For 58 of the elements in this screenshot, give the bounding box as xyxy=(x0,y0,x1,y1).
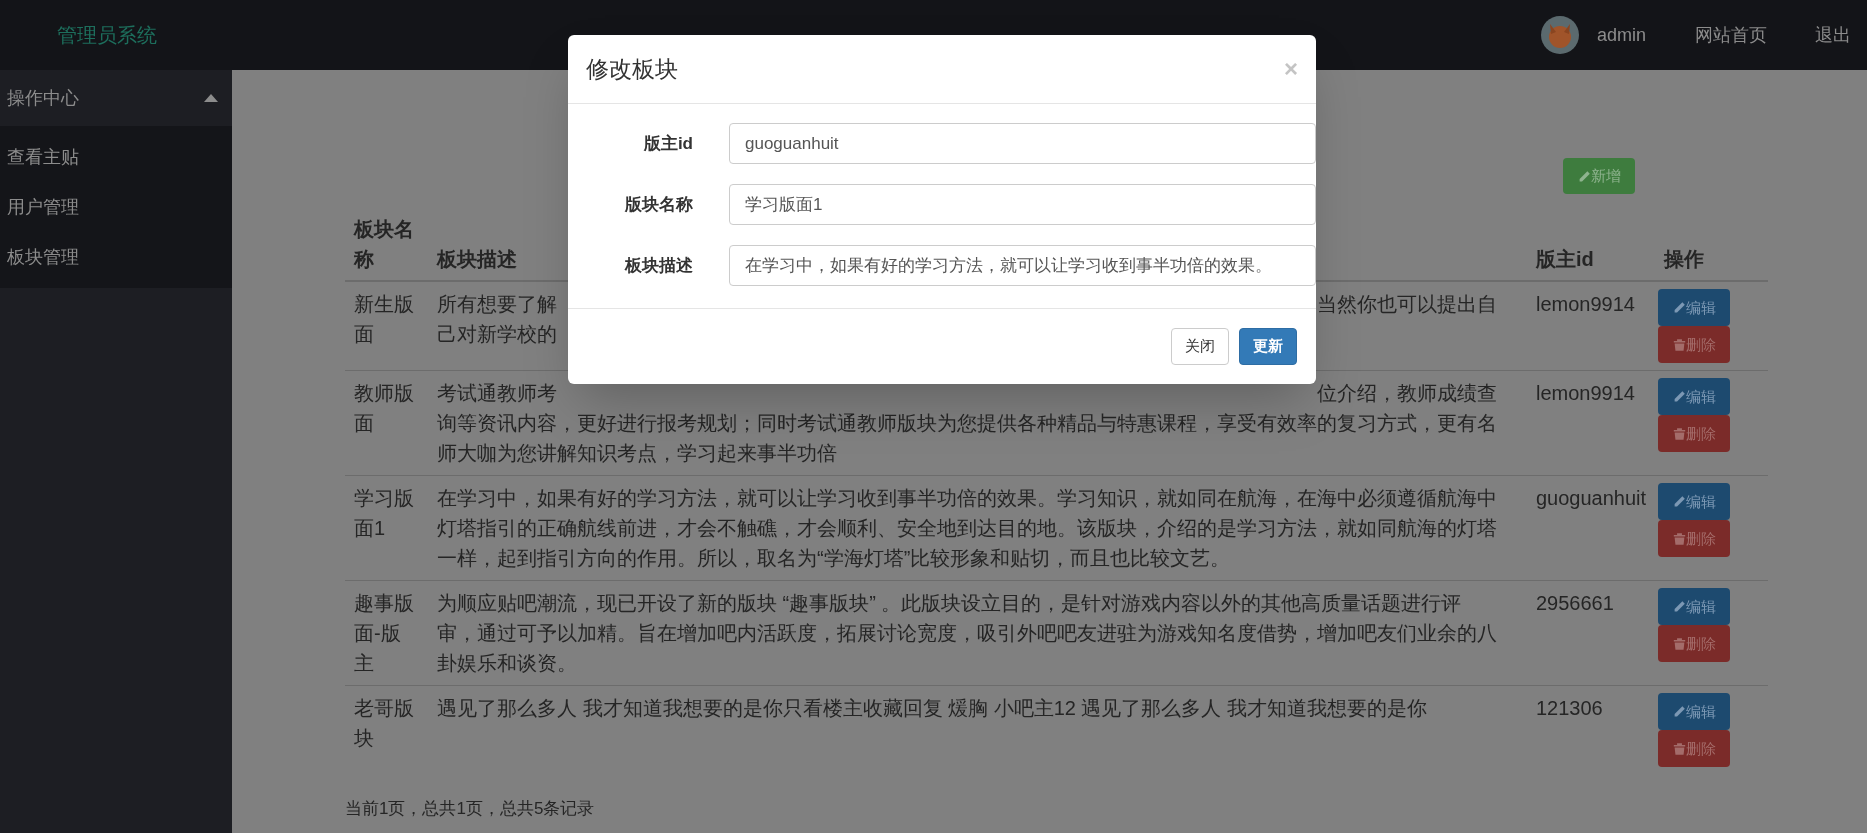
pagination-info: 当前1页，总共1页，总共5条记录 xyxy=(345,798,596,820)
table-cell: 趣事版面-版主 xyxy=(354,592,414,674)
column-header: 版主id xyxy=(1536,248,1594,270)
column-header: 板块描述 xyxy=(437,248,517,270)
description-text: 师大咖为您讲解知识考点，学习起来事半功倍 xyxy=(437,441,837,466)
table-cell: 老哥版块 xyxy=(354,697,414,749)
description-text: 在学习中，如果有好的学习方法，就可以让学习收到事半功倍的效果。学习知识，就如同在航海，在海中必须遵循航海中灯塔指引的正确航线前进，才会不触礁，才会顺利、安全地到达目的地。该版块，介绍的是学习方法，就如同航海的灯塔一样，起到指引方向的作用。所以，取名为“学海灯塔”比较形象和贴切，而且也比较文艺。 xyxy=(437,486,1497,571)
trash-icon xyxy=(1672,636,1686,651)
table-cell: 教师版面 xyxy=(354,382,414,434)
modal-title: 修改板块 xyxy=(586,54,678,84)
description-text: 询等资讯内容，更好进行报考规划；同时考试通教师版块为您提供各种精品与特惠课程，享受有效率的复习方式，更有名 xyxy=(437,411,1497,436)
user-name[interactable]: admin xyxy=(1596,21,1646,49)
sidebar-item[interactable]: 板块管理 xyxy=(0,232,232,282)
close-dialog-button[interactable]: 关闭 xyxy=(1171,328,1229,365)
trash-icon xyxy=(1672,337,1686,352)
table-cell: 121306 xyxy=(1536,697,1603,719)
brand-title: 管理员系统 xyxy=(57,23,157,48)
table-cell: 2956661 xyxy=(1536,592,1614,614)
edit-button[interactable]: 编辑 xyxy=(1658,588,1730,625)
trash-icon xyxy=(1672,531,1686,546)
edit-button[interactable]: 编辑 xyxy=(1658,483,1730,520)
input-field[interactable]: guoguanhuit xyxy=(729,123,1316,164)
table-cell: lemon9914 xyxy=(1536,293,1635,315)
trash-icon xyxy=(1672,741,1686,756)
description-text: 所有想要了解 xyxy=(437,292,557,317)
description-text: 考试通教师考 xyxy=(437,381,557,406)
pencil-icon xyxy=(1577,169,1591,183)
avatar xyxy=(1540,16,1579,54)
nav-link[interactable]: 网站首页 xyxy=(1695,21,1767,49)
trash-icon xyxy=(1672,426,1686,441)
description-text: 位介绍，教师成绩查 xyxy=(1317,381,1497,406)
edit-button[interactable]: 编辑 xyxy=(1658,289,1730,326)
description-text: 为顺应贴吧潮流，现已开设了新的版块 “趣事版块” 。此版块设立目的，是针对游戏内容以外的其他高质量话题进行评审，通过可予以加精。旨在增加吧内活跃度，拓展讨论宽度，吸引外吧吧友进驻为游戏知名度借势，增加吧友们业余的八卦娱乐和谈资。 xyxy=(437,591,1497,676)
table-cell: 学习版面1 xyxy=(354,487,414,539)
pencil-icon xyxy=(1672,390,1686,403)
edit-button[interactable]: 编辑 xyxy=(1658,378,1730,415)
description-text: 当然你也可以提出自 xyxy=(1317,292,1497,317)
nav-link[interactable]: 退出 xyxy=(1815,21,1851,49)
table-cell: lemon9914 xyxy=(1536,382,1635,404)
table-cell: guoguanhuit xyxy=(1536,487,1647,509)
edit-button[interactable]: 编辑 xyxy=(1658,693,1730,730)
description-text: 己对新学校的 xyxy=(437,322,557,347)
update-button[interactable]: 更新 xyxy=(1239,328,1297,365)
table-cell: 新生版面 xyxy=(354,293,414,345)
pencil-icon xyxy=(1672,600,1686,613)
pencil-icon xyxy=(1672,495,1686,508)
pencil-icon xyxy=(1672,705,1686,718)
field-label: 版主id xyxy=(643,132,693,155)
column-header: 操作 xyxy=(1664,248,1704,270)
field-label: 版块名称 xyxy=(625,193,693,216)
sidebar-item[interactable]: 用户管理 xyxy=(0,182,232,232)
column-header: 板块名称 xyxy=(354,218,414,270)
field-label: 板块描述 xyxy=(625,254,693,277)
sidebar-item[interactable]: 查看主贴 xyxy=(0,132,232,182)
input-field[interactable]: 学习版面1 xyxy=(729,184,1316,225)
input-field[interactable]: 在学习中，如果有好的学习方法，就可以让学习收到事半功倍的效果。 xyxy=(729,245,1316,286)
description-text: 遇见了那么多人 我才知道我想要的是你只看楼主收藏回复 煖胸 小吧主12 遇见了那么多人 我才知道我想要的是你 xyxy=(437,696,1429,721)
pencil-icon xyxy=(1672,301,1686,314)
